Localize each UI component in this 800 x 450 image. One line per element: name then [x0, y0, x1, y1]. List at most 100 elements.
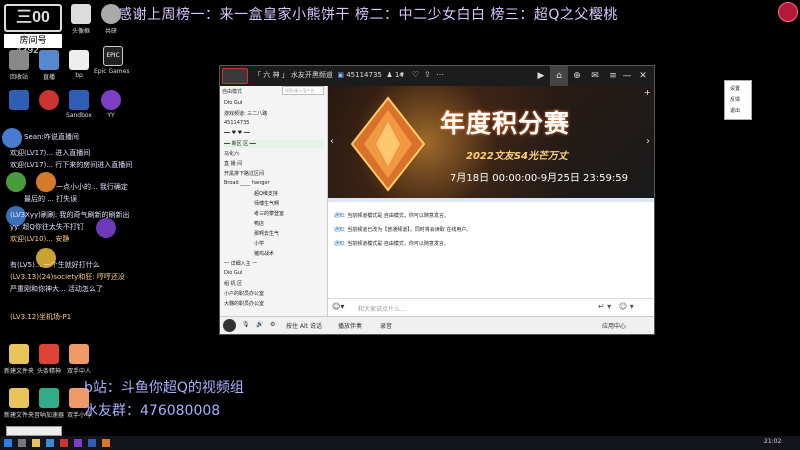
- tree-item[interactable]: 考三的攀登室: [224, 210, 324, 218]
- notice-line: 通知: 当前频道模式是 自由模式，你可以随意发言。: [334, 213, 449, 219]
- app-icon[interactable]: [88, 439, 96, 447]
- settings-icon[interactable]: ⚙: [270, 321, 275, 328]
- game-icon[interactable]: ⊕: [568, 66, 586, 86]
- tree-item[interactable]: 直 播 间: [224, 160, 324, 168]
- tree-item[interactable]: 小户的职员办公室: [224, 290, 324, 298]
- avatar: [6, 172, 26, 192]
- desktop-icon-live[interactable]: 直播: [34, 50, 64, 81]
- desktop-icon-avatar-frame[interactable]: 头像框: [66, 4, 96, 35]
- tree-item[interactable]: Dio Gul: [224, 270, 324, 278]
- heart-icon[interactable]: ♡: [412, 70, 419, 79]
- tree-item[interactable]: 45114735: [224, 120, 324, 128]
- diamond-trophy-icon: [350, 96, 426, 192]
- tree-item[interactable]: 猪鸡战术: [224, 250, 324, 258]
- message-input-bar[interactable]: ☺▾ 和大家说点什么... ↵ ▾ ☺ ▾: [328, 298, 654, 316]
- app-logo-icon: [222, 68, 248, 84]
- tree-item[interactable]: 一 详细入主 一: [224, 260, 324, 268]
- start-icon[interactable]: [4, 439, 12, 447]
- more-icon[interactable]: ⋯: [436, 70, 444, 79]
- app-icon: [39, 344, 59, 364]
- tree-item[interactable]: ━━ ♥ ♥ ━━: [224, 130, 324, 138]
- mic-icon[interactable]: 🎙: [242, 321, 250, 328]
- tree-item[interactable]: 小学: [224, 240, 324, 248]
- desktop-icon-game[interactable]: 双手中人: [64, 344, 94, 375]
- desktop-icon-accelerator[interactable]: 音呐加速器: [34, 388, 64, 419]
- desktop-icon-recycle[interactable]: 回收站: [4, 50, 34, 81]
- menu-item-settings[interactable]: 设置: [730, 85, 740, 92]
- avatar: [36, 172, 56, 192]
- desktop-icon-share[interactable]: 共研: [96, 4, 126, 35]
- tree-item[interactable]: 超Q维支持: [224, 190, 324, 198]
- desktop-icon-folder[interactable]: 新建文件夹: [4, 344, 34, 375]
- bilibili-text: b站：斗鱼你超Q的视频组: [84, 380, 244, 396]
- tree-item[interactable]: 大魏的职员办公室: [224, 300, 324, 308]
- app-center-button[interactable]: 应用中心: [602, 321, 626, 330]
- signal-icon[interactable]: ▾: [400, 70, 404, 79]
- desktop-icon-pc[interactable]: [4, 4, 34, 24]
- tree-item[interactable]: 游戏频道: 三二八路: [224, 110, 324, 118]
- tree-item[interactable]: 鸭店: [224, 220, 324, 228]
- banner-date: 7月18日 00:00:00-9月25日 23:59:59: [450, 173, 628, 184]
- tree-item[interactable]: Dio Gul: [224, 100, 324, 108]
- app-icon[interactable]: [60, 439, 68, 447]
- folder-icon[interactable]: [32, 439, 40, 447]
- tree-item[interactable]: 那啊去生气: [224, 230, 324, 238]
- file-icon: [69, 50, 89, 70]
- app-icon[interactable]: [102, 439, 110, 447]
- search-icon[interactable]: [18, 439, 26, 447]
- tree-item[interactable]: 马化六·: [224, 150, 324, 158]
- message-input[interactable]: 和大家说点什么...: [358, 304, 406, 313]
- share-icon[interactable]: ⇪: [424, 70, 431, 79]
- browser-icon[interactable]: [46, 439, 54, 447]
- chat-line: yy: 超Q你往太失不打钉: [10, 223, 84, 231]
- chat-line: (LV3Xyy)刷刷: 我的奇气刷新的刷新出: [10, 211, 130, 219]
- event-banner[interactable]: 年度积分赛 2022文友S4光芒万丈 7月18日 00:00:00-9月25日 …: [328, 86, 654, 198]
- channel-title: 「 六 神 」 水友开黑频道 ▣ 45114735 ♟ 14: [254, 71, 404, 79]
- avatar[interactable]: [223, 319, 236, 332]
- status-bar: 🎙 🔊 ⚙ 按住 Alt 说话 播放伴奏 录音 应用中心: [220, 316, 654, 334]
- tree-item[interactable]: 开黑排下路过区间: [224, 170, 324, 178]
- chat-line: 一点小小的... 我行确定: [56, 183, 128, 191]
- user-icon: ♟: [386, 71, 393, 79]
- tree-item[interactable]: Broad ____ hanger: [224, 180, 324, 188]
- video-icon[interactable]: ▶: [532, 66, 550, 86]
- desktop-icon-epic[interactable]: EPIC Epic Games Launcher: [94, 46, 132, 75]
- desktop-icon-bp[interactable]: bp: [64, 50, 94, 79]
- avatar: [2, 128, 22, 148]
- game-icon: [69, 344, 89, 364]
- folder-icon: [9, 344, 29, 364]
- chat-line: 欢迎(LV17)... 进入直播间: [10, 149, 91, 157]
- desktop-icon-toutiao[interactable]: 头条精神: [34, 344, 64, 375]
- add-icon[interactable]: +: [644, 88, 651, 97]
- home-icon[interactable]: ⌂: [550, 66, 568, 86]
- notice-line: 通知: 当前频道模式是 自由模式，你可以随意发言。: [334, 241, 449, 247]
- folder-icon: [9, 388, 29, 408]
- ptt-label[interactable]: 按住 Alt 说话: [286, 321, 322, 330]
- clock[interactable]: 21:02: [764, 438, 781, 445]
- mail-icon[interactable]: ✉: [586, 66, 604, 86]
- folder-icon: [39, 50, 59, 70]
- menu-item-feedback[interactable]: 反馈: [730, 96, 740, 103]
- yy-icon[interactable]: [74, 439, 82, 447]
- avatar: [96, 218, 116, 238]
- record-button[interactable]: 录音: [380, 321, 392, 330]
- tree-item[interactable]: 组 机 区: [224, 280, 324, 288]
- tree-item[interactable]: ━━ 新区 区 ━━: [224, 140, 324, 148]
- next-arrow-icon[interactable]: ›: [646, 136, 650, 147]
- emoji-icon[interactable]: ☺▾: [332, 302, 344, 311]
- id-icon: ▣: [337, 71, 344, 79]
- epic-games-icon: EPIC: [103, 46, 123, 66]
- accompany-button[interactable]: 播放伴奏: [338, 321, 362, 330]
- app-icon: [101, 4, 121, 24]
- menu-item-exit[interactable]: 退出: [730, 107, 740, 114]
- chat-line: 有(LV5)... 一个生就好打什么: [10, 261, 100, 269]
- title-bar: 「 六 神 」 水友开黑频道 ▣ 45114735 ♟ 14 ▾ ♡ ⇪ ⋯ ▶…: [220, 66, 654, 86]
- prev-arrow-icon[interactable]: ‹: [330, 136, 334, 147]
- search-input[interactable]: 搜索/输入用户名: [282, 86, 324, 95]
- close-icon[interactable]: ✕: [634, 66, 652, 86]
- tree-item[interactable]: 师傅生气啊: [224, 200, 324, 208]
- send-options[interactable]: ↵ ▾ ☺ ▾: [598, 302, 634, 311]
- speaker-icon[interactable]: 🔊: [256, 321, 263, 328]
- desktop-icon-folder2[interactable]: 新建文件夹 (2): [4, 388, 34, 419]
- notification-popup[interactable]: [6, 426, 62, 436]
